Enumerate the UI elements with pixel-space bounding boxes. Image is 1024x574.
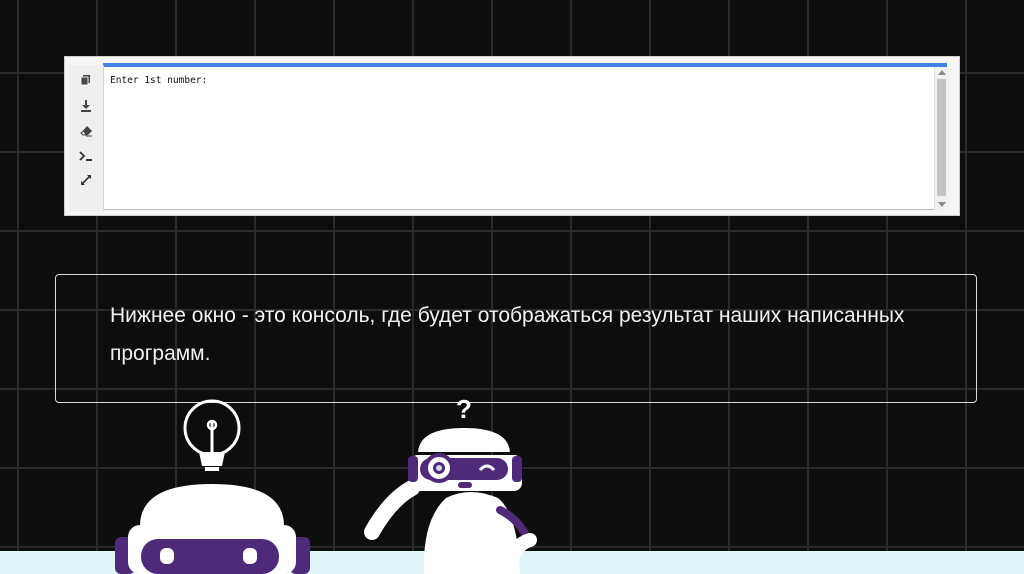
lightbulb-icon bbox=[183, 399, 241, 471]
robots-illustration: ? bbox=[115, 394, 537, 574]
left-robot bbox=[115, 484, 310, 574]
right-robot bbox=[364, 428, 537, 574]
question-mark: ? bbox=[456, 394, 472, 424]
